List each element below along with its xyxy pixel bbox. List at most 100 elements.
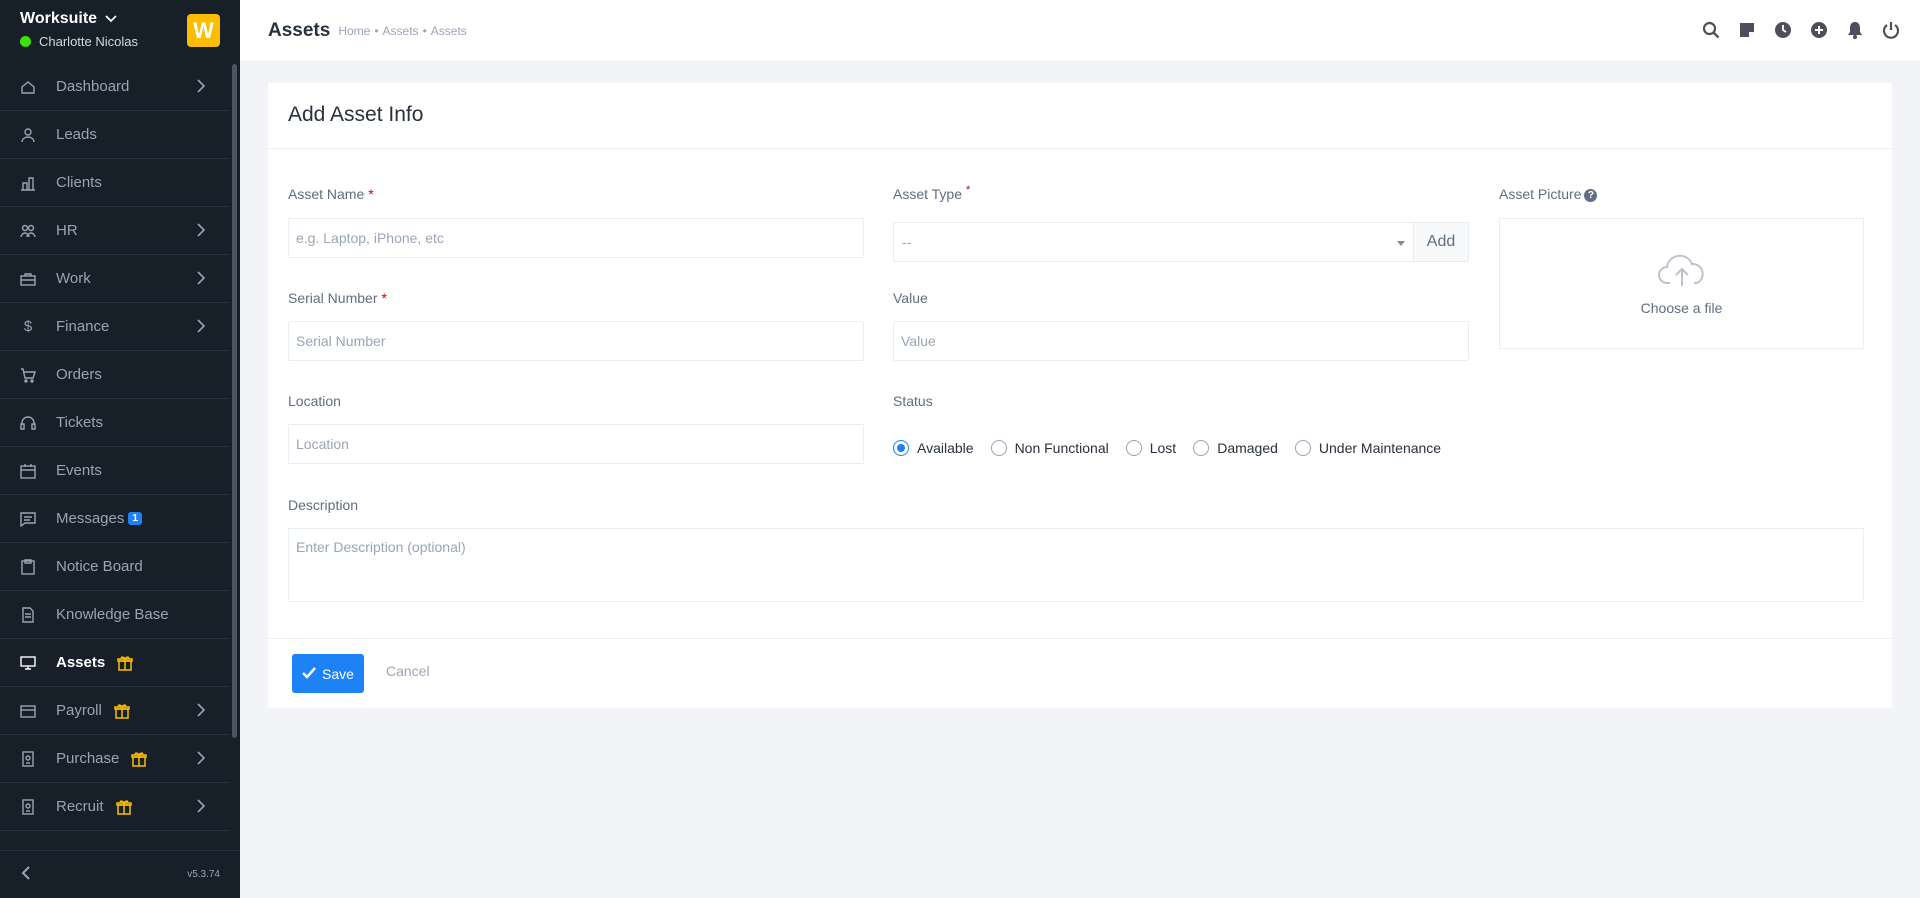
chat-icon [20, 511, 36, 527]
app-logo[interactable]: W [187, 14, 220, 47]
sidebar-item-label: Leads [56, 126, 97, 143]
sidebar-item-knowledge-base[interactable]: Knowledge Base [0, 591, 230, 639]
breadcrumb-home[interactable]: Home [338, 24, 370, 38]
sidebar-item-orders[interactable]: Orders [0, 351, 230, 399]
online-status-dot [20, 36, 31, 47]
top-header: Assets Home • Assets • Assets [240, 0, 1920, 62]
sidebar-item-label: Events [56, 462, 102, 479]
sidebar: Worksuite Charlotte Nicolas W Dashboard … [0, 0, 240, 898]
choose-file-text: Choose a file [1640, 300, 1723, 316]
cart-icon [20, 367, 36, 383]
status-radio-non-functional[interactable]: Non Functional [990, 440, 1109, 456]
breadcrumb: Home • Assets • Assets [338, 24, 466, 38]
location-input[interactable]: Location [288, 424, 864, 464]
bell-icon[interactable] [1846, 21, 1864, 42]
asset-name-input[interactable]: e.g. Laptop, iPhone, etc [288, 218, 864, 258]
sidebar-footer: v5.3.74 [0, 850, 240, 898]
monitor-icon [20, 655, 36, 671]
gift-icon [114, 703, 130, 719]
briefcase-icon [20, 271, 36, 287]
sidebar-item-label: Clients [56, 174, 102, 191]
serial-number-input[interactable]: Serial Number [288, 321, 864, 361]
asset-picture-label: Asset Picture? [1499, 186, 1598, 202]
chevron-right-icon [196, 799, 206, 817]
add-circle-icon[interactable] [1810, 21, 1828, 42]
sticky-note-icon[interactable] [1738, 21, 1756, 42]
sidebar-item-label: Messages [56, 510, 125, 527]
sidebar-item-purchase[interactable]: Purchase [0, 735, 230, 783]
dollar-icon: $ [23, 318, 33, 335]
asset-picture-dropzone[interactable]: Choose a file [1499, 218, 1864, 349]
sidebar-item-label: Assets [56, 654, 106, 671]
chevron-right-icon [196, 223, 206, 241]
sidebar-item-notice-board[interactable]: Notice Board [0, 543, 230, 591]
sidebar-nav: Dashboard Leads Clients HR Work $ Financ… [0, 63, 230, 850]
sidebar-item-payroll[interactable]: Payroll [0, 687, 230, 735]
sidebar-item-tickets[interactable]: Tickets [0, 399, 230, 447]
page-title: Assets [268, 19, 331, 41]
sidebar-item-label: Tickets [56, 414, 103, 431]
asset-type-select[interactable]: -- [894, 223, 1413, 261]
sidebar-item-assets[interactable]: Assets [0, 639, 230, 687]
receipt-icon [20, 750, 36, 767]
status-label: Status [893, 393, 933, 409]
location-label: Location [288, 393, 341, 409]
sidebar-item-label: Knowledge Base [56, 606, 169, 623]
power-icon[interactable] [1882, 21, 1900, 42]
cloud-upload-icon [1657, 251, 1707, 292]
asset-type-select-group: -- Add [893, 222, 1469, 262]
sidebar-item-leads[interactable]: Leads [0, 111, 230, 159]
status-radio-available[interactable]: Available [893, 440, 974, 456]
description-textarea[interactable]: Enter Description (optional) [288, 528, 1864, 602]
sidebar-item-label: Orders [56, 366, 102, 383]
sidebar-scrollbar[interactable] [232, 64, 237, 738]
sidebar-item-messages[interactable]: Messages 1 [0, 495, 230, 543]
radio-button[interactable] [1294, 440, 1311, 456]
radio-button[interactable] [990, 440, 1007, 456]
value-input[interactable]: Value [893, 321, 1469, 361]
breadcrumb-assets[interactable]: Assets [383, 24, 419, 38]
check-icon [302, 666, 316, 682]
sidebar-item-label: Work [56, 270, 91, 287]
sidebar-item-label: HR [56, 222, 78, 239]
sidebar-item-work[interactable]: Work [0, 255, 230, 303]
badge-icon [20, 798, 36, 815]
sidebar-item-recruit[interactable]: Recruit [0, 783, 230, 831]
collapse-sidebar-icon[interactable] [20, 865, 32, 884]
search-icon[interactable] [1702, 21, 1720, 42]
gift-icon [115, 799, 132, 815]
serial-number-label: Serial Number * [288, 290, 387, 306]
header-actions [1702, 21, 1900, 42]
sidebar-item-hr[interactable]: HR [0, 207, 230, 255]
chevron-right-icon [196, 703, 206, 721]
cancel-button[interactable]: Cancel [386, 663, 430, 679]
sidebar-item-dashboard[interactable]: Dashboard [0, 63, 230, 111]
status-radio-under-maintenance[interactable]: Under Maintenance [1294, 440, 1441, 456]
status-radio-lost[interactable]: Lost [1125, 440, 1176, 456]
sidebar-item-label: Finance [56, 318, 110, 335]
value-label: Value [893, 290, 928, 306]
chevron-right-icon [196, 271, 206, 289]
person-icon [20, 127, 36, 143]
add-asset-type-button[interactable]: Add [1413, 223, 1468, 261]
brand-name: Worksuite [20, 10, 98, 27]
sidebar-item-finance[interactable]: $ Finance [0, 303, 230, 351]
sidebar-item-label: Purchase [56, 750, 120, 767]
question-icon[interactable]: ? [1584, 188, 1598, 202]
radio-button-checked[interactable] [893, 440, 909, 456]
chevron-down-icon[interactable] [105, 10, 117, 28]
sidebar-item-clients[interactable]: Clients [0, 159, 230, 207]
brand-area[interactable]: Worksuite Charlotte Nicolas W [0, 0, 240, 61]
clock-icon[interactable] [1774, 21, 1792, 42]
sidebar-item-events[interactable]: Events [0, 447, 230, 495]
sidebar-item-label: Dashboard [56, 78, 130, 95]
building-icon [20, 175, 36, 191]
wallet-icon [20, 703, 36, 719]
save-button[interactable]: Save [292, 654, 364, 693]
radio-button[interactable] [1125, 440, 1142, 456]
sidebar-item-label: Notice Board [56, 558, 143, 575]
caret-down-icon [1397, 241, 1405, 246]
radio-button[interactable] [1193, 440, 1210, 456]
status-radio-damaged[interactable]: Damaged [1193, 440, 1278, 456]
description-label: Description [288, 497, 359, 513]
